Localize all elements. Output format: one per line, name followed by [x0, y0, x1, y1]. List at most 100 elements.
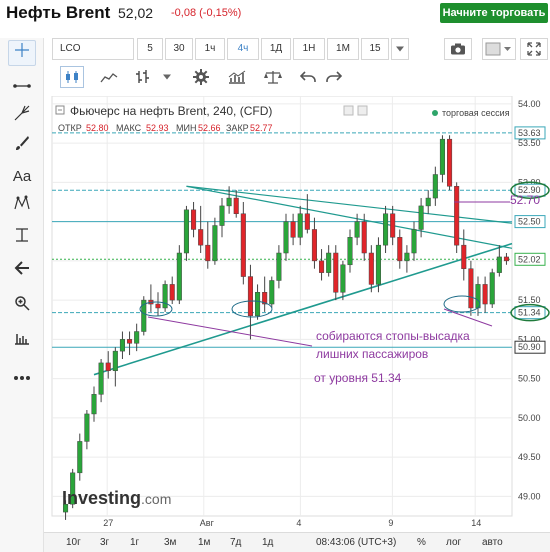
interval-1d[interactable]: 1Д: [261, 38, 291, 60]
candle-down: [368, 252, 374, 285]
range-10y[interactable]: 10г: [66, 537, 81, 548]
start-trading-button[interactable]: Начните торговать: [440, 3, 548, 23]
range-1m[interactable]: 1м: [198, 537, 210, 548]
fullscreen-button[interactable]: [520, 38, 548, 60]
candle-up: [283, 221, 289, 254]
color-select[interactable]: [482, 38, 516, 60]
interval-dropdown[interactable]: [391, 38, 409, 60]
interval-1w[interactable]: 1Н: [293, 38, 325, 60]
price-chart[interactable]: 54.0053.5053.0052.5052.0051.5051.0050.50…: [44, 96, 550, 552]
interval-1m[interactable]: 1М: [327, 38, 359, 60]
settings-button[interactable]: [188, 66, 214, 88]
candle-down: [397, 237, 403, 262]
candle-down: [461, 244, 467, 269]
range-3m[interactable]: 3м: [164, 537, 176, 548]
range-3y[interactable]: 3г: [100, 537, 109, 548]
note-line-3: от уровня 51.34: [314, 371, 402, 385]
range-bar: 10г 3г 1г 3м 1м 7д 1д 08:43:06 (UTC+3) %…: [44, 532, 550, 552]
last-price: 52,02: [118, 5, 154, 21]
text-icon[interactable]: Aa: [8, 164, 36, 190]
back-arrow-icon[interactable]: [8, 258, 36, 284]
price-tick: 49.50: [518, 452, 541, 462]
auto-toggle[interactable]: авто: [482, 537, 503, 548]
candle-down: [454, 186, 460, 246]
candle-down: [333, 252, 339, 293]
candle-down: [240, 213, 246, 277]
candle-down: [482, 284, 488, 305]
measure-icon[interactable]: [8, 226, 36, 252]
zoom-icon[interactable]: [8, 294, 36, 320]
candle-down: [233, 197, 239, 215]
candle-up: [404, 252, 410, 262]
indicators-button[interactable]: [224, 66, 250, 88]
candle-up: [269, 280, 275, 305]
candles-button[interactable]: [60, 66, 84, 88]
area-chart-button[interactable]: [94, 66, 124, 88]
candle-down: [390, 213, 396, 238]
candle-up: [326, 252, 332, 273]
chart-type-dropdown[interactable]: [160, 66, 174, 88]
chart-toolbar: LCO 5 30 1ч 4ч 1Д 1Н 1М 15: [52, 38, 550, 96]
symbol-input[interactable]: LCO: [52, 38, 134, 60]
range-1d[interactable]: 1д: [262, 537, 273, 548]
candle-up: [183, 209, 189, 254]
snapshot-button[interactable]: [444, 38, 472, 60]
range-1y[interactable]: 1г: [130, 537, 139, 548]
interval-15[interactable]: 15: [361, 38, 389, 60]
pattern-icon[interactable]: [8, 194, 36, 220]
candle-up: [418, 205, 424, 230]
ohlc-close-value: 52.77: [250, 123, 273, 133]
candle-up: [297, 213, 303, 238]
current-time: 08:43:06 (UTC+3): [316, 537, 397, 548]
interval-1h[interactable]: 1ч: [195, 38, 225, 60]
candle-down: [191, 209, 197, 230]
time-tick: Авг: [200, 518, 215, 528]
gear-icon: [193, 69, 209, 85]
chevron-down-icon: [163, 74, 171, 80]
candle-down: [290, 221, 296, 238]
title-settings-icon[interactable]: [343, 105, 354, 116]
price-change: -0,08 (-0,15%): [171, 7, 242, 19]
candle-down: [198, 229, 204, 246]
candle-up: [411, 229, 417, 254]
instrument-name: Нефть Brent: [6, 3, 111, 22]
brush-icon[interactable]: [8, 134, 36, 160]
log-toggle[interactable]: лог: [446, 537, 461, 548]
candle-up: [432, 174, 438, 199]
candle-up: [219, 205, 225, 226]
logo-suffix: .com: [141, 491, 171, 507]
fork-icon[interactable]: [8, 104, 36, 130]
price-tick: 49.00: [518, 491, 541, 501]
compare-button[interactable]: [260, 66, 286, 88]
redo-icon: [326, 71, 342, 82]
range-7d[interactable]: 7д: [230, 537, 241, 548]
session-label: торговая сессия: [442, 108, 510, 118]
candle-up: [84, 413, 90, 442]
ruler-icon[interactable]: [8, 328, 36, 354]
line-icon[interactable]: [8, 74, 36, 100]
ohlc-low-value: 52.66: [198, 123, 221, 133]
marker-50-90-text: 50.90: [518, 342, 541, 352]
price-tick: 54.00: [518, 99, 541, 109]
candle-up: [340, 264, 346, 293]
redo-button[interactable]: [322, 66, 346, 88]
percent-toggle[interactable]: %: [417, 537, 426, 548]
candle-up: [91, 394, 97, 415]
candle-down: [311, 229, 317, 262]
interval-4h[interactable]: 4ч: [227, 38, 259, 60]
candle-down: [319, 260, 325, 273]
ohlc-open-label: ОТКР: [58, 123, 82, 133]
undo-button[interactable]: [296, 66, 320, 88]
candle-up: [134, 331, 140, 344]
interval-5[interactable]: 5: [137, 38, 163, 60]
bars-button[interactable]: [130, 66, 156, 88]
crosshair-icon[interactable]: [8, 40, 36, 66]
interval-30[interactable]: 30: [165, 38, 193, 60]
candle-down: [127, 339, 133, 344]
candle-down: [304, 213, 310, 230]
marker-52-02-text: 52.02: [518, 254, 541, 264]
more-icon[interactable]: [8, 364, 36, 390]
candle-up: [112, 350, 118, 372]
candle-down: [169, 284, 175, 301]
title-close-icon[interactable]: [357, 105, 368, 116]
